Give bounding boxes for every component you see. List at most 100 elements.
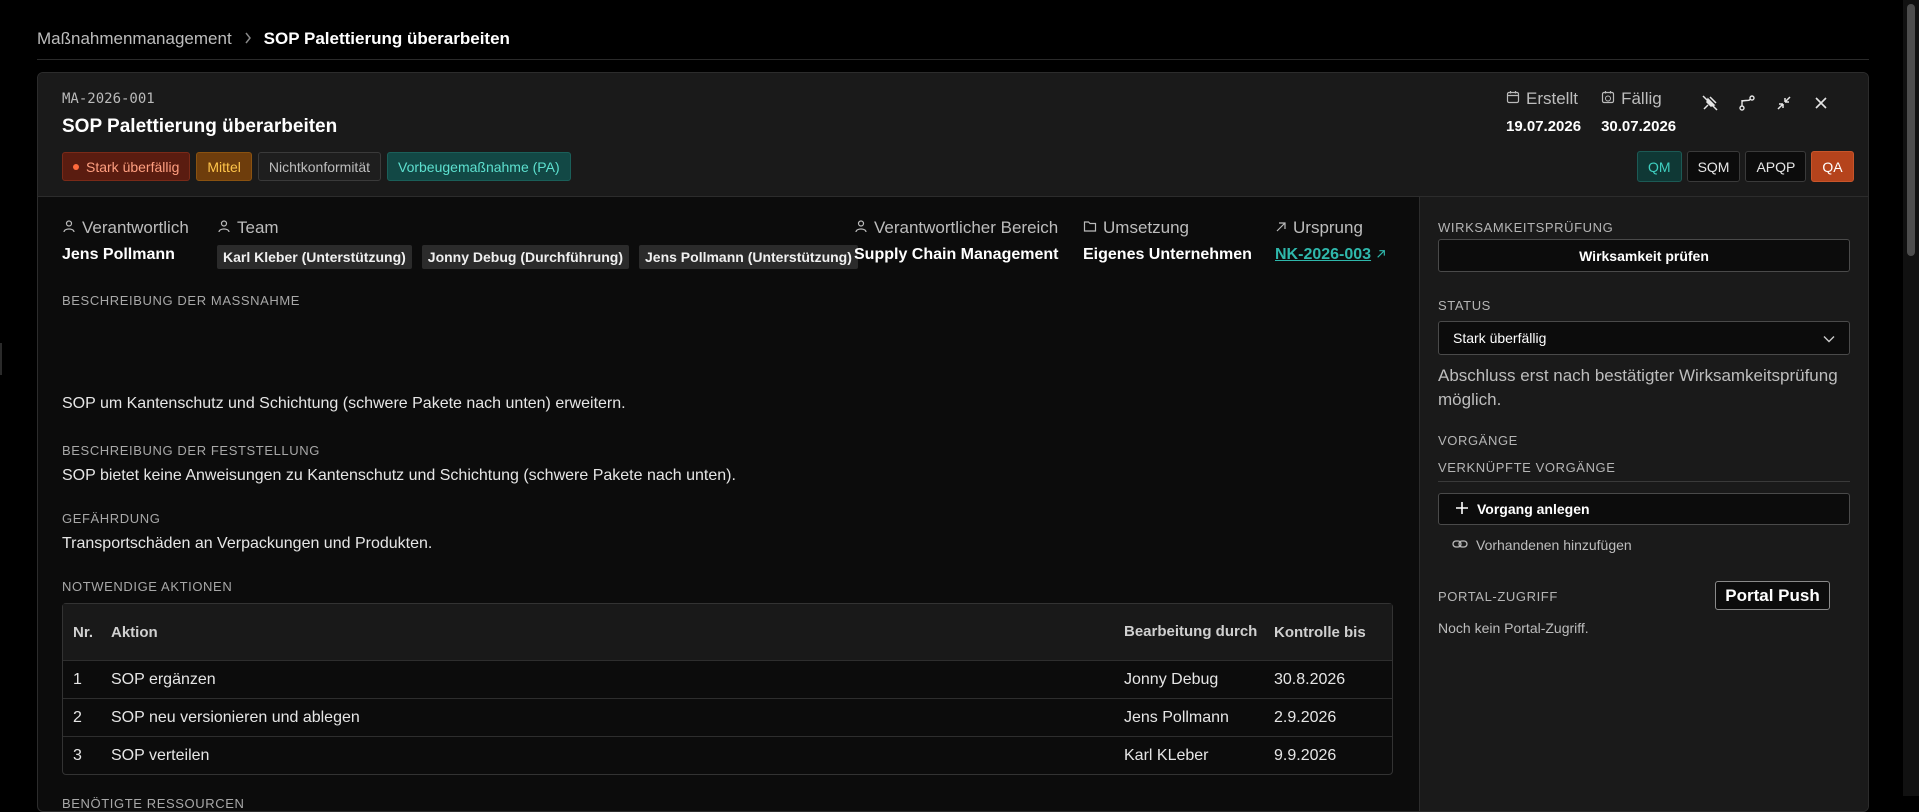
finding-text: SOP bietet keine Anweisungen zu Kantensc… xyxy=(62,467,736,484)
measure-title: SOP Palettierung überarbeiten xyxy=(62,116,338,137)
linked-processes-title: VERKNÜPFTE VORGÄNGE xyxy=(1438,460,1616,475)
col-deadline: Kontrolle bis xyxy=(1274,623,1366,641)
scrollbar-thumb[interactable] xyxy=(1907,4,1915,256)
measure-text: SOP um Kantenschutz und Schichtung (schw… xyxy=(62,395,626,412)
col-action: Aktion xyxy=(111,623,158,641)
measure-id: MA-2026-001 xyxy=(62,91,155,107)
plus-icon xyxy=(1455,501,1469,518)
cell-deadline: 30.8.2026 xyxy=(1274,670,1346,688)
implementation: Umsetzung Eigenes Unternehmen xyxy=(1083,218,1252,264)
chevron-down-icon xyxy=(1823,330,1835,346)
responsible-label: Verantwortlich xyxy=(82,218,189,237)
cell-action: SOP verteilen xyxy=(111,746,210,764)
cell-action: SOP neu versionieren und ablegen xyxy=(111,708,360,726)
team-label: Team xyxy=(237,218,279,237)
resources-section-title: BENÖTIGTE RESSOURCEN xyxy=(62,796,245,811)
add-existing-link[interactable]: Vorhandenen hinzufügen xyxy=(1452,537,1632,553)
folder-icon xyxy=(1083,218,1097,238)
check-effectiveness-button[interactable]: Wirksamkeit prüfen xyxy=(1438,239,1850,272)
team: Team Karl Kleber (Unterstützung) Jonny D… xyxy=(217,218,858,269)
team-member-chip: Jonny Debug (Durchführung) xyxy=(421,245,629,269)
measure-card: MA-2026-001 SOP Palettierung überarbeite… xyxy=(37,72,1869,812)
type-badge: Nichtkonformität xyxy=(257,152,381,181)
status-select-value: Stark überfällig xyxy=(1453,330,1547,346)
user-icon xyxy=(854,218,868,238)
arrow-up-right-icon xyxy=(1275,218,1287,238)
priority-badge: Mittel xyxy=(196,152,252,181)
cell-deadline: 2.9.2026 xyxy=(1274,708,1337,726)
col-nr: Nr. xyxy=(73,623,94,641)
sidebar: WIRKSAMKEITSPRÜFUNG Wirksamkeit prüfen S… xyxy=(1419,197,1868,811)
impl-label: Umsetzung xyxy=(1103,218,1189,237)
sidebar-divider xyxy=(1438,481,1850,482)
team-member-chip: Karl Kleber (Unterstützung) xyxy=(217,245,412,269)
actions-table: Nr. Aktion Bearbeitung durch Kontrolle b… xyxy=(62,603,1393,775)
create-process-button[interactable]: Vorgang anlegen xyxy=(1438,493,1850,525)
add-existing-label: Vorhandenen hinzufügen xyxy=(1476,537,1632,553)
role-qa-button[interactable]: QA xyxy=(1811,151,1854,182)
cell-nr: 3 xyxy=(73,746,82,764)
cell-action: SOP ergänzen xyxy=(111,670,216,688)
due-label: Fällig xyxy=(1621,89,1662,108)
origin-link[interactable]: NK-2026-003 xyxy=(1275,246,1371,263)
area-label: Verantwortlicher Bereich xyxy=(874,218,1059,237)
cell-nr: 2 xyxy=(73,708,82,726)
branch-icon[interactable] xyxy=(1735,91,1758,114)
created-value: 19.07.2026 xyxy=(1506,118,1582,135)
role-qm-button[interactable]: QM xyxy=(1637,151,1682,182)
page-scrollbar[interactable] xyxy=(1903,0,1919,796)
chevron-right-icon xyxy=(244,32,252,47)
unpin-icon[interactable] xyxy=(1698,91,1721,114)
badge-row: Stark überfällig Mittel Nichtkonformität… xyxy=(62,152,571,181)
hazard-section-title: GEFÄHRDUNG xyxy=(62,511,161,526)
breadcrumb-current: SOP Palettierung überarbeiten xyxy=(263,29,510,48)
processes-title: VORGÄNGE xyxy=(1438,433,1518,448)
cell-assignee: Jonny Debug xyxy=(1124,670,1219,688)
hazard-text: Transportschäden an Verpackungen und Pro… xyxy=(62,535,433,552)
portal-title: PORTAL-ZUGRIFF xyxy=(1438,589,1558,604)
origin-label: Ursprung xyxy=(1293,218,1363,237)
table-header: Nr. Aktion Bearbeitung durch Kontrolle b… xyxy=(63,604,1392,660)
external-link-icon[interactable] xyxy=(1376,246,1386,263)
created-label: Erstellt xyxy=(1526,89,1578,108)
status-badge-label: Stark überfällig xyxy=(86,158,180,175)
cell-nr: 1 xyxy=(73,670,82,688)
breadcrumb-divider xyxy=(37,59,1869,60)
created-date: Erstellt 19.07.2026 xyxy=(1506,89,1581,135)
origin: Ursprung NK-2026-003 xyxy=(1275,218,1386,264)
portal-status-text: Noch kein Portal-Zugriff. xyxy=(1438,620,1589,636)
status-hint: Abschluss erst nach bestätigter Wirksamk… xyxy=(1438,366,1838,409)
table-row[interactable]: 1 SOP ergänzen Jonny Debug 30.8.2026 xyxy=(63,660,1392,698)
header-actions xyxy=(1698,91,1832,114)
user-icon xyxy=(217,218,231,238)
edge-handle xyxy=(0,343,2,375)
breadcrumb-parent[interactable]: Maßnahmenmanagement xyxy=(37,29,232,49)
cell-assignee: Jens Pollmann xyxy=(1124,708,1229,726)
impl-value: Eigenes Unternehmen xyxy=(1083,246,1252,263)
cell-deadline: 9.9.2026 xyxy=(1274,746,1337,764)
finding-section-title: BESCHREIBUNG DER FESTSTELLUNG xyxy=(62,443,320,458)
actions-section-title: NOTWENDIGE AKTIONEN xyxy=(62,579,233,594)
responsible: Verantwortlich Jens Pollmann xyxy=(62,218,189,264)
calendar-clock-icon xyxy=(1601,89,1615,109)
role-sqm-button[interactable]: SQM xyxy=(1686,151,1741,182)
portal-push-button[interactable]: Portal Push xyxy=(1715,581,1830,610)
table-row[interactable]: 2 SOP neu versionieren und ablegen Jens … xyxy=(63,698,1392,736)
responsible-value: Jens Pollmann xyxy=(62,246,175,263)
measure-section-title: BESCHREIBUNG DER MASSNAHME xyxy=(62,293,301,308)
col-assignee: Bearbeitung durch xyxy=(1124,623,1258,640)
status-badge: Stark überfällig xyxy=(62,152,191,181)
table-row[interactable]: 3 SOP verteilen Karl KLeber 9.9.2026 xyxy=(63,736,1392,774)
team-member-chip: Jens Pollmann (Unterstützung) xyxy=(639,245,858,269)
status-select[interactable]: Stark überfällig xyxy=(1438,321,1850,355)
role-apqp-button[interactable]: APQP xyxy=(1745,151,1807,182)
area-value: Supply Chain Management xyxy=(854,246,1059,263)
dates: Erstellt 19.07.2026 Fällig 30.07.2026 xyxy=(1506,89,1676,135)
close-icon[interactable] xyxy=(1809,91,1832,114)
effectiveness-title: WIRKSAMKEITSPRÜFUNG xyxy=(1438,220,1614,235)
collapse-icon[interactable] xyxy=(1772,91,1795,114)
link-icon xyxy=(1452,537,1468,553)
responsible-area: Verantwortlicher Bereich Supply Chain Ma… xyxy=(854,218,1058,264)
due-date: Fällig 30.07.2026 xyxy=(1601,89,1676,135)
status-dot-icon xyxy=(73,163,79,170)
